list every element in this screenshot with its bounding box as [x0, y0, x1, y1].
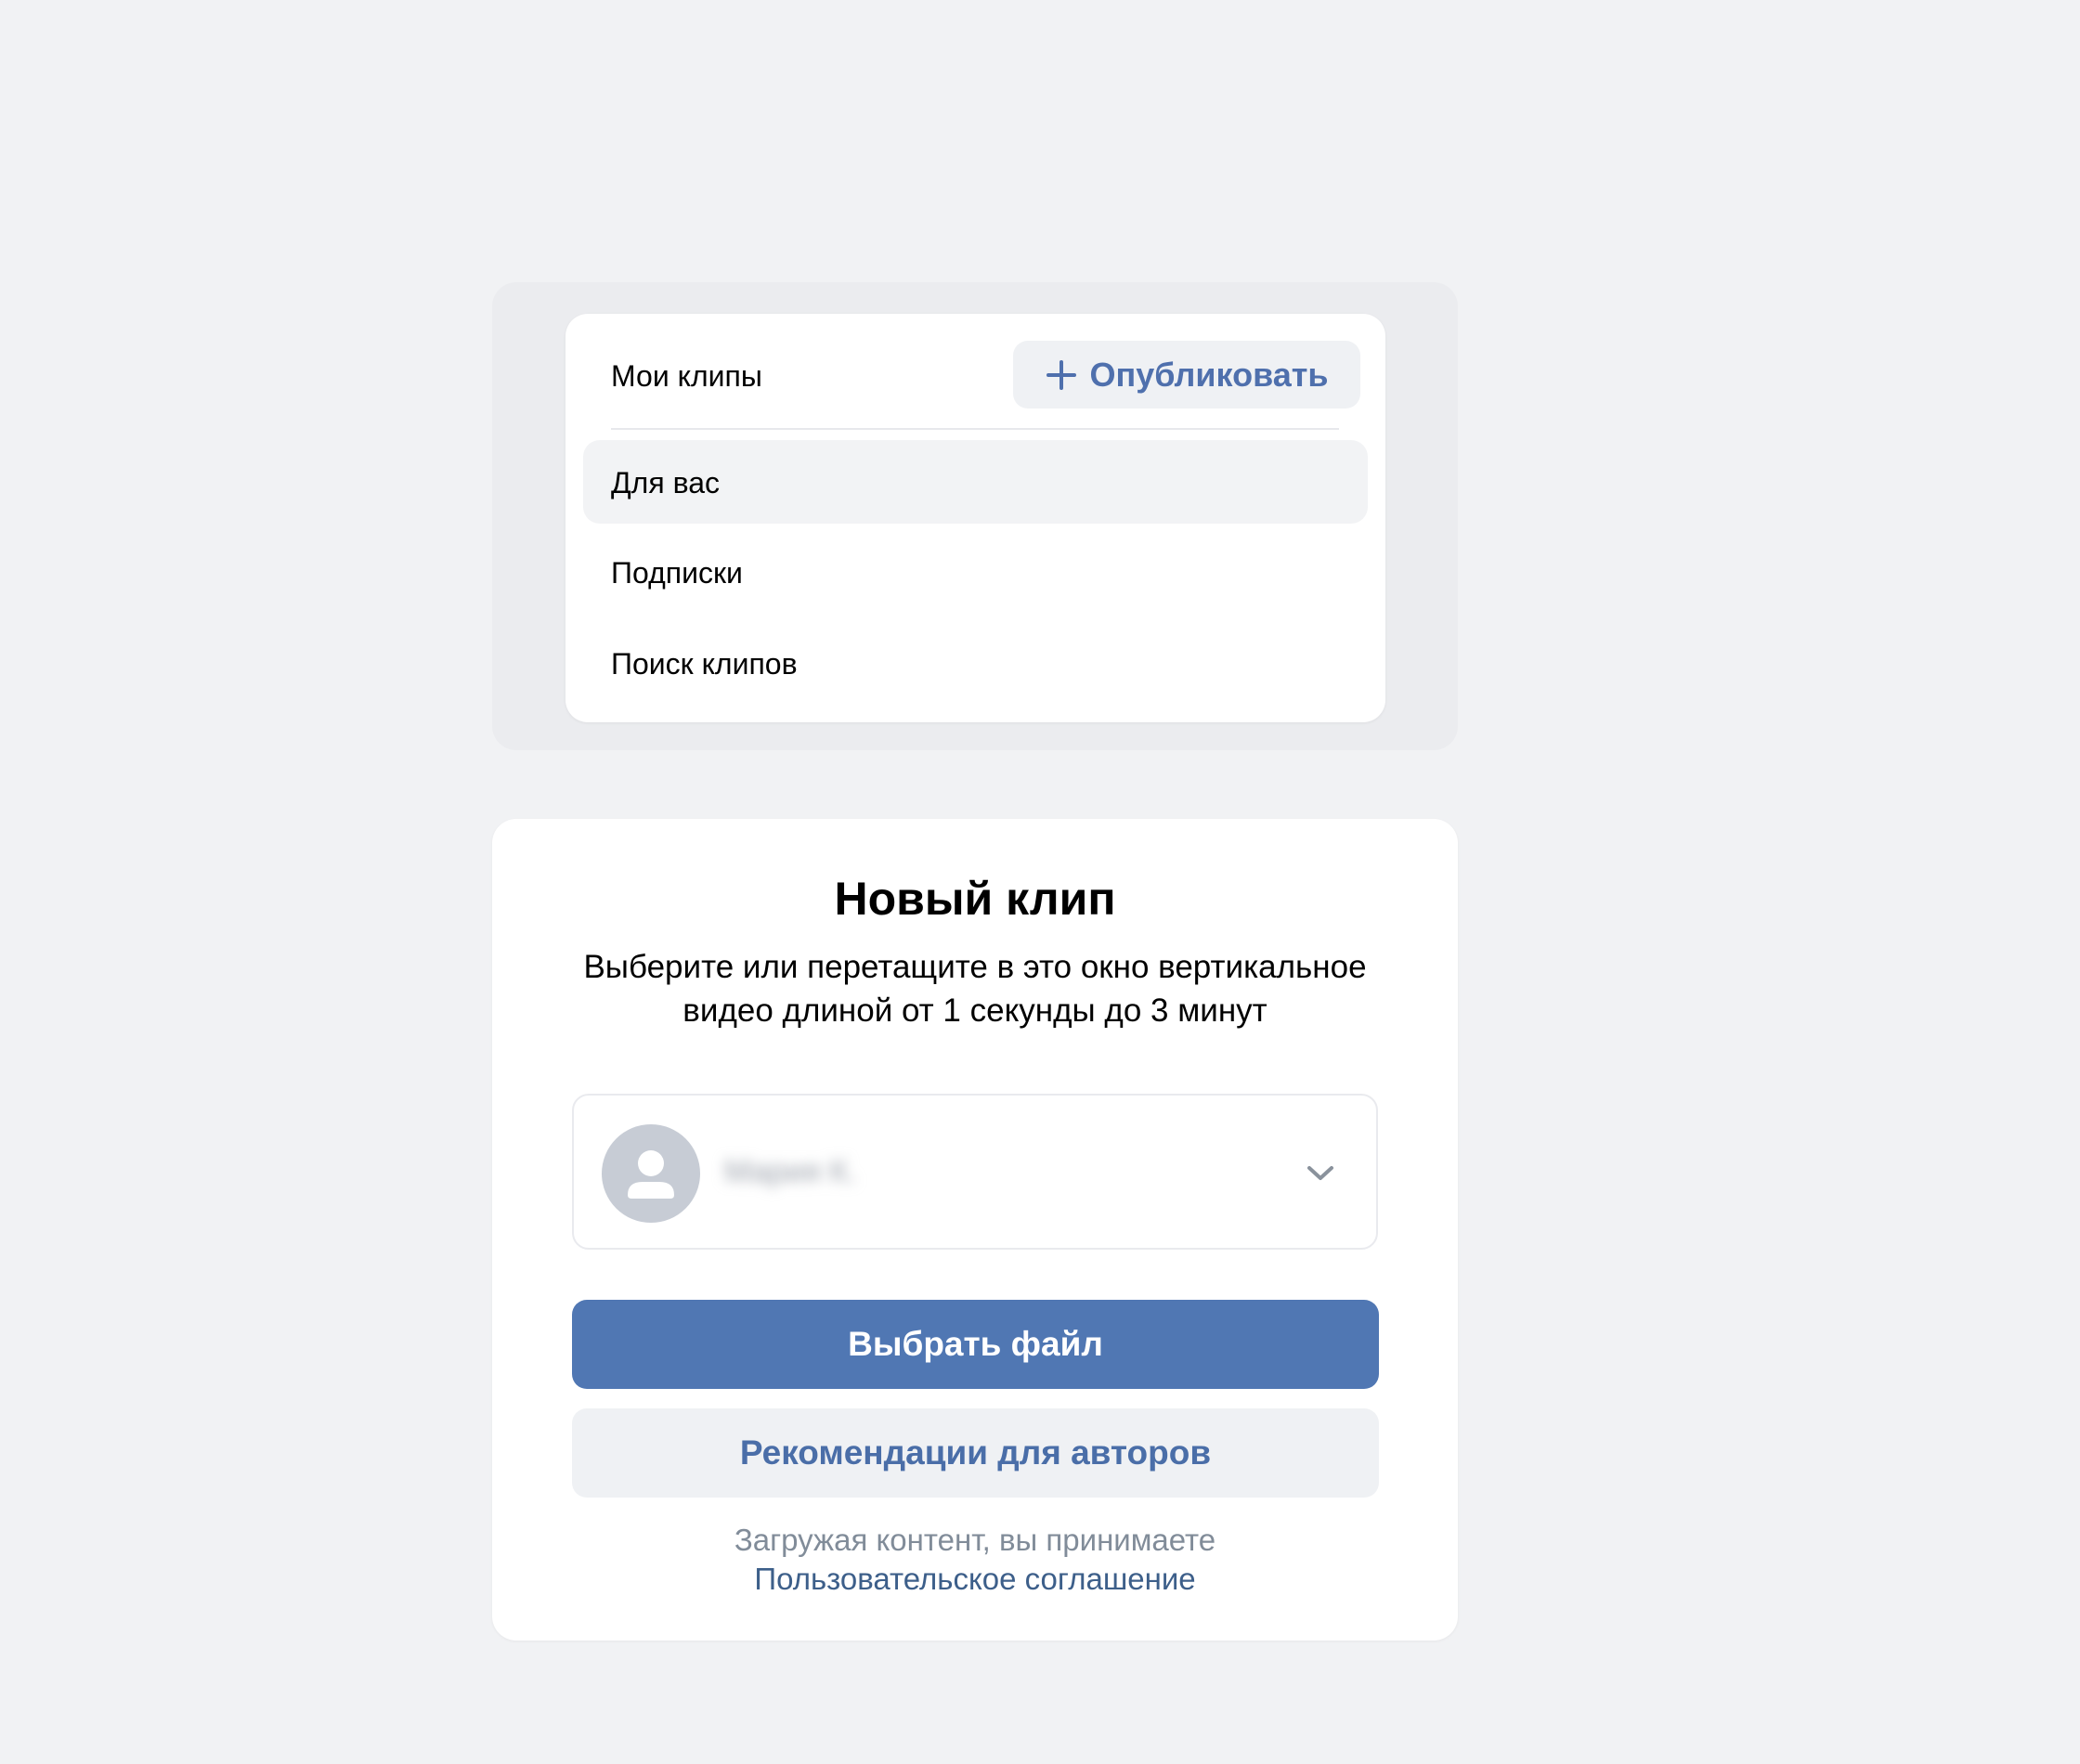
- menu-divider: [611, 428, 1339, 430]
- author-select[interactable]: Мария К.: [572, 1094, 1378, 1250]
- clips-menu-card: Мои клипы Опубликовать Для вас Подписки …: [566, 314, 1385, 722]
- page: Мои клипы Опубликовать Для вас Подписки …: [0, 0, 2080, 1764]
- user-agreement-link[interactable]: Пользовательское соглашение: [492, 1562, 1458, 1597]
- recommendations-button[interactable]: Рекомендации для авторов: [572, 1408, 1379, 1498]
- my-clips-title[interactable]: Мои клипы: [611, 359, 762, 394]
- menu-item-subscriptions[interactable]: Подписки: [583, 530, 1368, 614]
- new-clip-title: Новый клип: [834, 873, 1116, 925]
- description-line-2: видео длиной от 1 секунды до 3 минут: [682, 992, 1268, 1029]
- publish-button-label: Опубликовать: [1089, 355, 1329, 394]
- menu-item-label: Подписки: [611, 556, 743, 590]
- menu-item-label: Для вас: [611, 466, 720, 499]
- menu-item-label: Поиск клипов: [611, 647, 798, 681]
- terms-text: Загружая контент, вы принимаете: [734, 1523, 1216, 1557]
- author-name: Мария К.: [724, 1154, 857, 1189]
- avatar: [602, 1124, 700, 1223]
- publish-button[interactable]: Опубликовать: [1013, 341, 1360, 409]
- plus-icon: [1046, 359, 1077, 390]
- new-clip-description: Выберите или перетащите в это окно верти…: [548, 945, 1402, 1032]
- menu-item-for-you[interactable]: Для вас: [583, 440, 1368, 524]
- user-placeholder-icon: [628, 1150, 674, 1199]
- choose-file-button[interactable]: Выбрать файл: [572, 1300, 1379, 1389]
- description-line-1: Выберите или перетащите в это окно верти…: [583, 949, 1367, 985]
- new-clip-card: Новый клип Выберите или перетащите в это…: [492, 819, 1458, 1641]
- clips-menu-panel: Мои клипы Опубликовать Для вас Подписки …: [492, 282, 1458, 750]
- chevron-down-icon[interactable]: [1304, 1161, 1337, 1185]
- clips-menu-header: Мои клипы Опубликовать: [566, 314, 1385, 431]
- menu-item-search-clips[interactable]: Поиск клипов: [583, 621, 1368, 705]
